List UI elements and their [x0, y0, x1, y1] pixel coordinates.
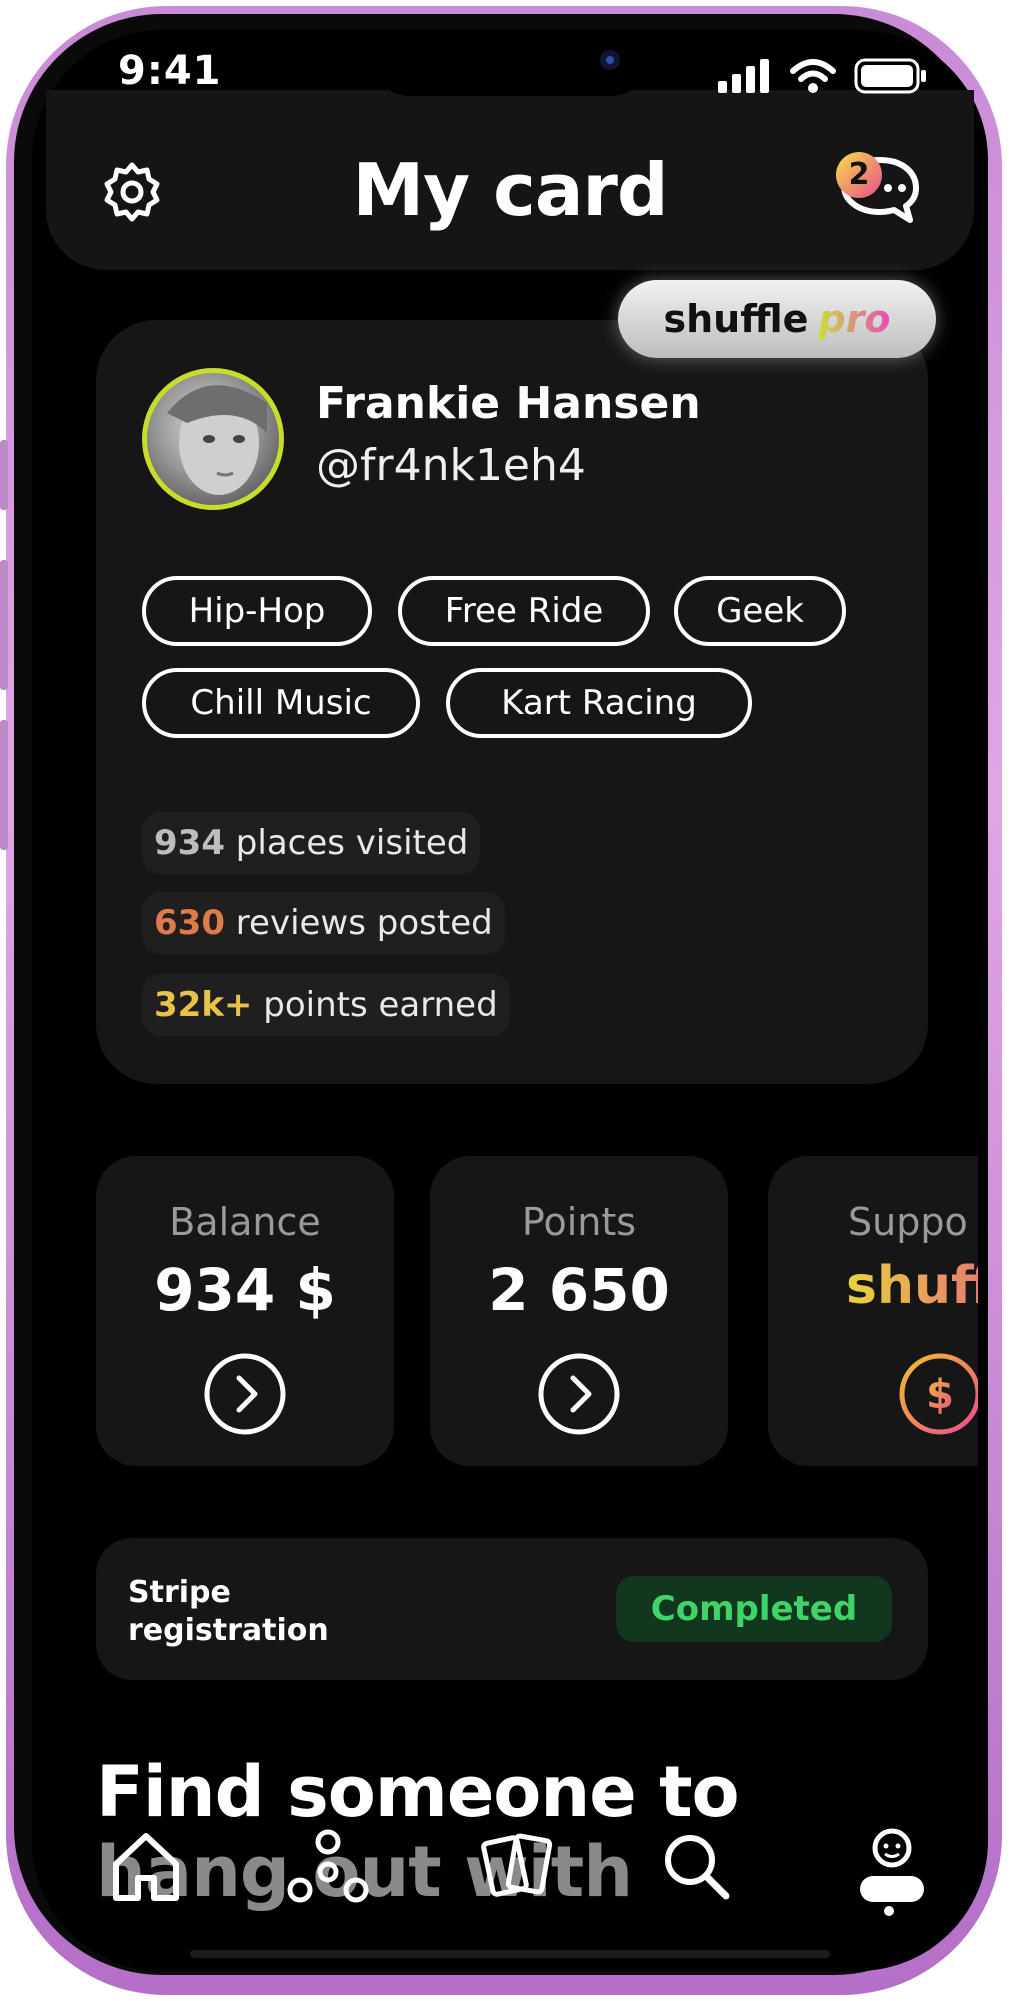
pro-badge-word: shuffle	[663, 297, 809, 341]
user-handle: @fr4nk1eh4	[316, 440, 586, 491]
pro-badge-tier: pro	[818, 297, 891, 341]
balance-card[interactable]: Balance 934 $	[96, 1156, 394, 1466]
chevron-right-icon[interactable]	[537, 1352, 621, 1436]
tag-chip[interactable]: Free Ride	[398, 576, 650, 646]
balance-label: Balance	[169, 1200, 321, 1244]
tag-chip[interactable]: Kart Racing	[446, 668, 752, 738]
support-label: Suppo	[848, 1200, 968, 1244]
wifi-icon	[790, 59, 836, 93]
status-time: 9:41	[118, 48, 222, 94]
stat-value: 32k+	[154, 985, 253, 1025]
points-value: 2 650	[488, 1256, 670, 1324]
balance-value: 934 $	[154, 1256, 336, 1324]
stat-points: 32k+ points earned	[142, 974, 510, 1036]
status-icons	[718, 58, 928, 94]
home-indicator	[190, 1950, 830, 1958]
bottom-nav	[46, 1800, 974, 1940]
fidget-icon[interactable]	[286, 1826, 370, 1906]
notification-badge: 2	[836, 152, 882, 198]
settings-gear-icon[interactable]	[100, 160, 164, 224]
home-icon[interactable]	[106, 1826, 186, 1906]
support-card[interactable]: Suppo shuff $	[768, 1156, 978, 1466]
stat-label: reviews posted	[235, 903, 493, 943]
stat-reviews: 630 reviews posted	[142, 892, 505, 954]
stat-value: 630	[154, 903, 225, 943]
dollar-coin-icon[interactable]: $	[898, 1352, 978, 1436]
profile-icon[interactable]	[852, 1826, 932, 1906]
tag-chip[interactable]: Hip-Hop	[142, 576, 372, 646]
signal-icon	[718, 59, 769, 93]
status-badge: Completed	[616, 1576, 892, 1642]
cards-icon[interactable]	[476, 1826, 556, 1906]
active-tab-indicator	[884, 1906, 894, 1916]
tag-chip[interactable]: Chill Music	[142, 668, 420, 738]
stripe-registration-row[interactable]: Stripe registration Completed	[96, 1538, 928, 1680]
stat-places: 934 places visited	[142, 812, 481, 874]
side-button	[0, 560, 8, 690]
stat-value: 934	[154, 823, 225, 863]
svg-text:$: $	[926, 1372, 954, 1418]
avatar-portrait	[167, 385, 267, 495]
points-label: Points	[521, 1200, 637, 1244]
stat-label: places visited	[235, 823, 469, 863]
pro-badge: shuffle pro	[618, 280, 936, 358]
support-value: shuff	[846, 1256, 978, 1316]
side-button	[0, 440, 8, 510]
stat-label: points earned	[263, 985, 498, 1025]
battery-icon	[854, 58, 926, 94]
side-button	[0, 720, 8, 850]
stripe-label: Stripe registration	[128, 1575, 329, 1648]
user-name: Frankie Hansen	[316, 378, 701, 429]
search-icon[interactable]	[656, 1826, 736, 1906]
points-card[interactable]: Points 2 650	[430, 1156, 728, 1466]
chevron-right-icon[interactable]	[203, 1352, 287, 1436]
avatar[interactable]	[142, 368, 284, 510]
camera	[600, 50, 620, 70]
tag-chip[interactable]: Geek	[674, 576, 846, 646]
